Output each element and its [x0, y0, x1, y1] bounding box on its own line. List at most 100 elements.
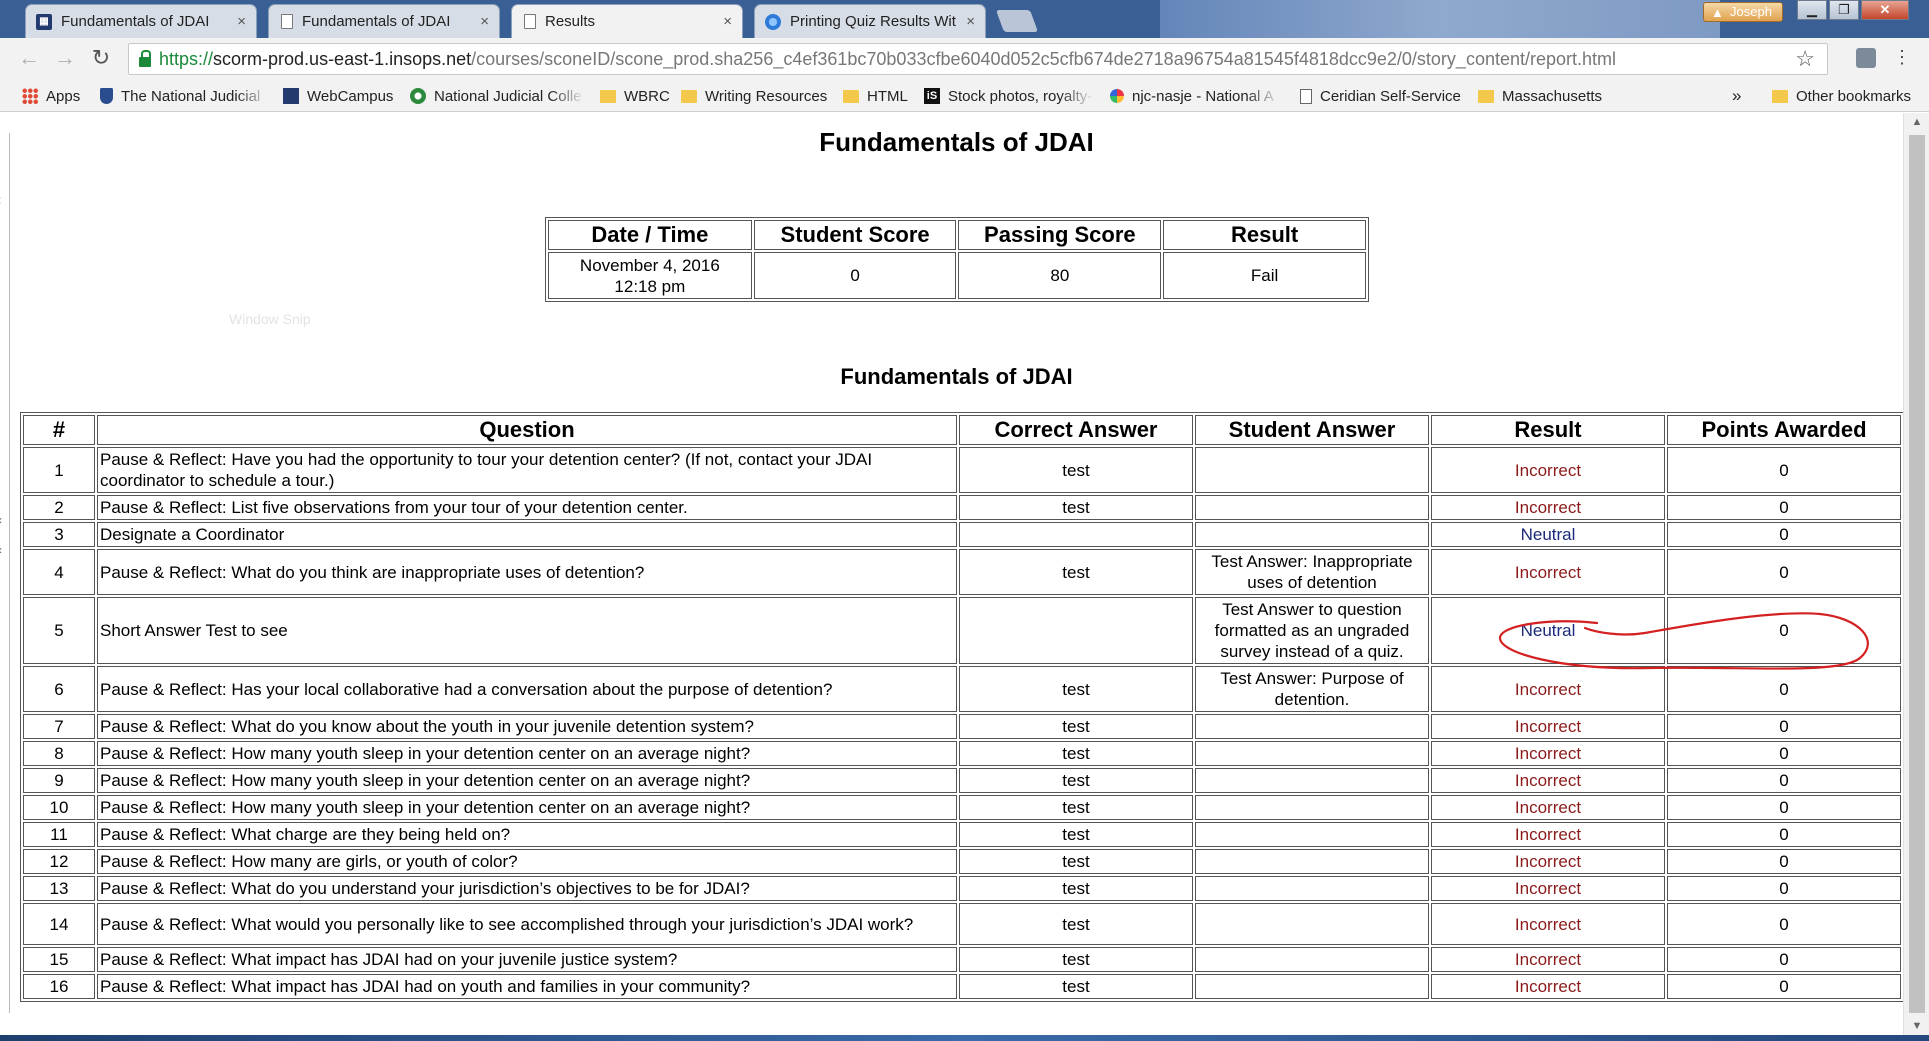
row-result: Incorrect [1431, 768, 1665, 793]
tab-fundamentals-2[interactable]: Fundamentals of JDAI × [268, 4, 500, 38]
row-question: Pause & Reflect: What charge are they be… [97, 822, 957, 847]
close-icon[interactable]: × [237, 13, 246, 30]
page-viewport: : ‹ ‹ Fundamentals of JDAI Window Snip D… [0, 113, 1903, 1035]
table-row: 12 Pause & Reflect: How many are girls, o… [23, 849, 1901, 874]
row-student-answer [1195, 447, 1429, 493]
row-number: 14 [23, 903, 95, 945]
bookmark-writing-resources[interactable]: Writing Resources [681, 80, 831, 112]
row-correct-answer: test [959, 974, 1193, 999]
row-number: 15 [23, 947, 95, 972]
row-number: 3 [23, 522, 95, 547]
row-points-awarded: 0 [1667, 768, 1901, 793]
row-number: 6 [23, 666, 95, 712]
menu-icon[interactable]: ⋮ [1893, 48, 1911, 68]
row-result: Incorrect [1431, 447, 1665, 493]
row-result: Incorrect [1431, 876, 1665, 901]
row-correct-answer: test [959, 849, 1193, 874]
back-arrow-icon[interactable]: ← [16, 46, 42, 72]
tab-label: Printing Quiz Results Wit [790, 13, 956, 30]
row-student-answer: Test Answer: Purpose of detention. [1195, 666, 1429, 712]
row-result: Incorrect [1431, 549, 1665, 595]
bookmark-html[interactable]: HTML [843, 80, 913, 112]
folder-icon [600, 89, 616, 103]
bookmark-njc-nasje[interactable]: njc-nasje - National A [1110, 80, 1280, 112]
close-icon[interactable]: × [480, 13, 489, 30]
table-row: 10 Pause & Reflect: How many youth sleep … [23, 795, 1901, 820]
header-points-awarded: Points Awarded [1667, 415, 1901, 445]
row-number: 16 [23, 974, 95, 999]
row-correct-answer [959, 522, 1193, 547]
profile-button[interactable]: ▲ Joseph [1703, 2, 1783, 22]
extension-icon[interactable] [1856, 48, 1876, 68]
page-title: Fundamentals of JDAI [819, 127, 1094, 157]
vertical-scrollbar[interactable]: ▲ ▼ [1903, 113, 1929, 1035]
row-correct-answer: test [959, 876, 1193, 901]
row-question: Designate a Coordinator [97, 522, 957, 547]
row-question: Pause & Reflect: How many youth sleep in… [97, 741, 957, 766]
close-icon[interactable]: × [723, 13, 732, 30]
summary-student-score: 0 [753, 252, 957, 299]
row-correct-answer: test [959, 947, 1193, 972]
row-points-awarded: 0 [1667, 947, 1901, 972]
folder-icon [843, 89, 859, 103]
bookmarks-overflow-chevron-icon[interactable]: » [1732, 80, 1748, 112]
bookmark-star-icon[interactable]: ☆ [1795, 46, 1815, 72]
row-correct-answer: test [959, 666, 1193, 712]
row-result: Incorrect [1431, 849, 1665, 874]
forward-arrow-icon[interactable]: → [52, 46, 78, 72]
window-close-button[interactable]: ✕ [1861, 0, 1909, 20]
row-student-answer: Test Answer to question formatted as an … [1195, 597, 1429, 664]
bookmark-label: Massachusetts [1502, 87, 1603, 105]
folder-icon [681, 89, 697, 103]
scroll-up-icon[interactable]: ▲ [1904, 113, 1929, 131]
bookmark-wbrc[interactable]: WBRC [600, 80, 670, 112]
row-question: Pause & Reflect: How many youth sleep in… [97, 768, 957, 793]
close-icon[interactable]: × [966, 13, 975, 30]
restore-button[interactable]: ❐ [1829, 0, 1859, 20]
row-points-awarded: 0 [1667, 849, 1901, 874]
bookmark-stock-photos[interactable]: iS Stock photos, royalty- [924, 80, 1094, 112]
bookmark-njc[interactable]: National Judicial Colle [410, 80, 585, 112]
scroll-down-icon[interactable]: ▼ [1904, 1017, 1929, 1035]
bookmark-label: Other bookmarks [1796, 87, 1912, 105]
reload-icon[interactable]: ↻ [88, 46, 114, 72]
bookmark-national-judicial[interactable]: The National Judicial [100, 80, 270, 112]
bookmark-label: National Judicial Colle [434, 87, 582, 105]
globe-icon [765, 13, 781, 30]
bookmarks-bar: Apps The National Judicial WebCampus Nat… [0, 80, 1929, 112]
row-number: 5 [23, 597, 95, 664]
results-table: # Question Correct Answer Student Answer… [20, 412, 1903, 1002]
row-question: Pause & Reflect: How many are girls, or … [97, 849, 957, 874]
tab-results[interactable]: Results × [511, 4, 743, 38]
new-tab-button[interactable] [995, 10, 1039, 32]
row-student-answer: Test Answer: Inappropriate uses of deten… [1195, 549, 1429, 595]
row-student-answer [1195, 741, 1429, 766]
row-correct-answer: test [959, 714, 1193, 739]
profile-name: Joseph [1730, 4, 1772, 19]
row-result: Incorrect [1431, 947, 1665, 972]
tab-fundamentals-1[interactable]: ▦ Fundamentals of JDAI × [25, 4, 257, 38]
bookmark-ceridian[interactable]: Ceridian Self-Service [1300, 80, 1470, 112]
row-student-answer [1195, 522, 1429, 547]
summary-header-student-score: Student Score [753, 220, 957, 250]
bookmark-massachusetts[interactable]: Massachusetts [1478, 80, 1608, 112]
row-student-answer [1195, 822, 1429, 847]
row-correct-answer: test [959, 741, 1193, 766]
row-student-answer [1195, 947, 1429, 972]
page-icon [524, 14, 536, 29]
results-body: 1 Pause & Reflect: Have you had the oppor… [23, 447, 1901, 999]
bookmark-apps[interactable]: Apps [22, 80, 92, 112]
bookmark-label: WebCampus [307, 87, 394, 105]
table-row: 15 Pause & Reflect: What impact has JDAI … [23, 947, 1901, 972]
section-title: Fundamentals of JDAI [840, 364, 1073, 389]
scrollbar-thumb[interactable] [1909, 135, 1925, 1013]
row-correct-answer: test [959, 903, 1193, 945]
address-bar[interactable]: https://scorm-prod.us-east-1.insops.net /… [128, 43, 1828, 75]
row-student-answer [1195, 714, 1429, 739]
minimize-button[interactable]: ▁ [1797, 0, 1827, 20]
row-result: Incorrect [1431, 822, 1665, 847]
tab-printing-quiz[interactable]: Printing Quiz Results Wit × [754, 4, 986, 38]
bookmark-label: The National Judicial [121, 87, 261, 105]
bookmark-webcampus[interactable]: WebCampus [283, 80, 398, 112]
bookmark-other-bookmarks[interactable]: Other bookmarks [1772, 80, 1922, 112]
